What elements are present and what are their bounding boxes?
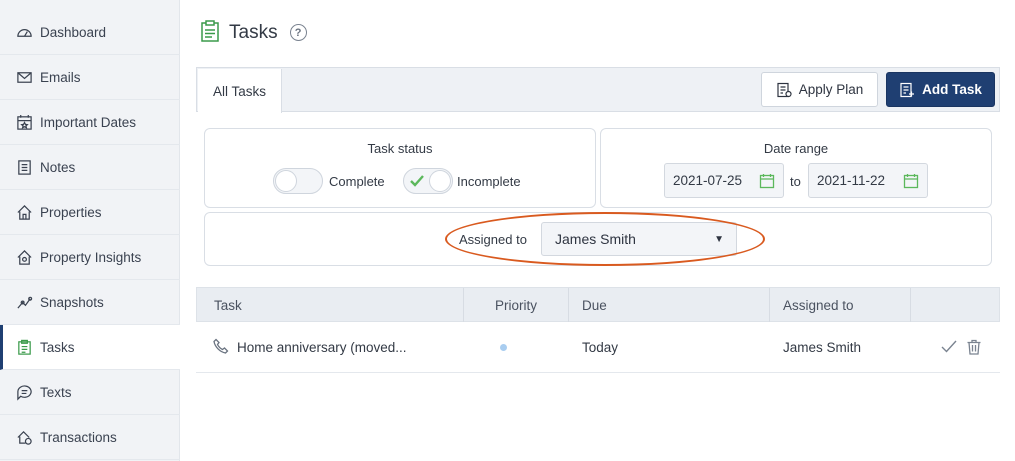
- calendar-icon: [759, 174, 775, 189]
- sidebar-item-tasks[interactable]: Tasks: [0, 325, 180, 370]
- caret-down-icon: ▼: [714, 234, 724, 245]
- date-range-filter: Date range: [600, 128, 992, 208]
- sidebar-item-property-insights[interactable]: Property Insights: [0, 235, 180, 280]
- page-header: Tasks ?: [200, 20, 307, 45]
- incomplete-toggle[interactable]: [403, 168, 453, 194]
- sidebar: Dashboard Emails Important Dates Notes P…: [0, 0, 180, 461]
- assigned-to-select[interactable]: James Smith ▼: [541, 222, 737, 256]
- dashboard-icon: [15, 23, 33, 41]
- priority-cell: [500, 322, 507, 372]
- date-range-title: Date range: [763, 141, 829, 156]
- sidebar-item-texts[interactable]: Texts: [0, 370, 180, 415]
- sidebar-item-label: Snapshots: [40, 294, 104, 310]
- column-header-task[interactable]: Task: [197, 288, 464, 323]
- date-from-value: 2021-07-25: [673, 173, 743, 188]
- apply-plan-button[interactable]: Apply Plan: [761, 72, 878, 107]
- sidebar-item-label: Important Dates: [40, 114, 137, 130]
- toggle-knob: [275, 170, 297, 192]
- sidebar-item-label: Dashboard: [40, 24, 107, 40]
- chat-icon: [15, 383, 33, 401]
- sidebar-item-label: Transactions: [40, 429, 117, 445]
- add-task-icon: [900, 82, 915, 97]
- column-header-assigned[interactable]: Assigned to: [770, 288, 911, 323]
- sidebar-item-dashboard[interactable]: Dashboard: [0, 10, 180, 55]
- priority-indicator: [500, 343, 507, 351]
- date-to-value: 2021-11-22: [817, 173, 886, 188]
- add-task-label: Add Task: [922, 82, 982, 97]
- sidebar-item-label: Texts: [40, 384, 72, 400]
- clipboard-icon: [15, 338, 33, 356]
- apply-plan-label: Apply Plan: [798, 82, 864, 97]
- sidebar-item-label: Emails: [40, 69, 81, 85]
- email-icon: [15, 68, 33, 86]
- table-header: Task Priority Due Assigned to: [196, 287, 1000, 323]
- apply-plan-icon: [777, 82, 792, 97]
- sidebar-item-label: Properties: [40, 204, 102, 220]
- check-icon: [410, 175, 424, 187]
- home-icon: [15, 203, 33, 221]
- clipboard-icon: [200, 20, 220, 45]
- add-task-button[interactable]: Add Task: [886, 72, 995, 107]
- phone-icon: [213, 338, 229, 357]
- help-icon[interactable]: ?: [289, 24, 307, 41]
- sidebar-item-snapshots[interactable]: Snapshots: [0, 280, 180, 325]
- home-insights-icon: [15, 248, 33, 266]
- assigned-to-value: James Smith: [555, 231, 636, 247]
- tab-all-tasks[interactable]: All Tasks: [198, 69, 282, 113]
- task-status-filter: Task status Complete Incomplete: [204, 128, 596, 208]
- notes-icon: [15, 158, 33, 176]
- complete-task-icon[interactable]: [940, 322, 958, 372]
- task-status-title: Task status: [367, 141, 433, 156]
- column-header-actions: [911, 288, 999, 323]
- sidebar-item-important-dates[interactable]: Important Dates: [0, 100, 180, 145]
- calendar-star-icon: [15, 113, 33, 131]
- trash-icon[interactable]: [966, 322, 982, 372]
- sidebar-item-properties[interactable]: Properties: [0, 190, 180, 235]
- sidebar-item-label: Property Insights: [40, 249, 142, 265]
- date-to-field[interactable]: 2021-11-22: [808, 163, 928, 198]
- sidebar-item-label: Notes: [40, 159, 76, 175]
- sidebar-item-label: Tasks: [40, 339, 75, 355]
- complete-toggle[interactable]: [273, 168, 323, 194]
- sidebar-item-notes[interactable]: Notes: [0, 145, 180, 190]
- snapshot-icon: [15, 293, 33, 311]
- column-header-due[interactable]: Due: [569, 288, 770, 323]
- tab-bar: All Tasks: [196, 67, 1000, 113]
- assigned-to-label: Assigned to: [459, 232, 527, 247]
- page-title: Tasks: [229, 21, 278, 43]
- date-from-field[interactable]: 2021-07-25: [664, 163, 784, 198]
- sidebar-item-transactions[interactable]: Transactions: [0, 415, 180, 460]
- due-cell: Today: [582, 339, 619, 355]
- toggle-knob: [429, 170, 451, 192]
- complete-label: Complete: [329, 174, 385, 189]
- sidebar-item-emails[interactable]: Emails: [0, 55, 180, 100]
- task-name: Home anniversary (moved...: [237, 339, 407, 355]
- transactions-icon: [15, 428, 33, 446]
- date-to-label: to: [790, 174, 801, 189]
- tasks-table: Task Priority Due Assigned to Home anniv…: [196, 287, 1000, 373]
- task-cell[interactable]: Home anniversary (moved...: [213, 322, 407, 372]
- table-row[interactable]: Home anniversary (moved... Today James S…: [196, 322, 1000, 373]
- column-header-priority[interactable]: Priority: [464, 288, 569, 323]
- incomplete-label: Incomplete: [457, 174, 521, 189]
- assigned-cell: James Smith: [783, 339, 862, 355]
- calendar-icon: [903, 174, 919, 189]
